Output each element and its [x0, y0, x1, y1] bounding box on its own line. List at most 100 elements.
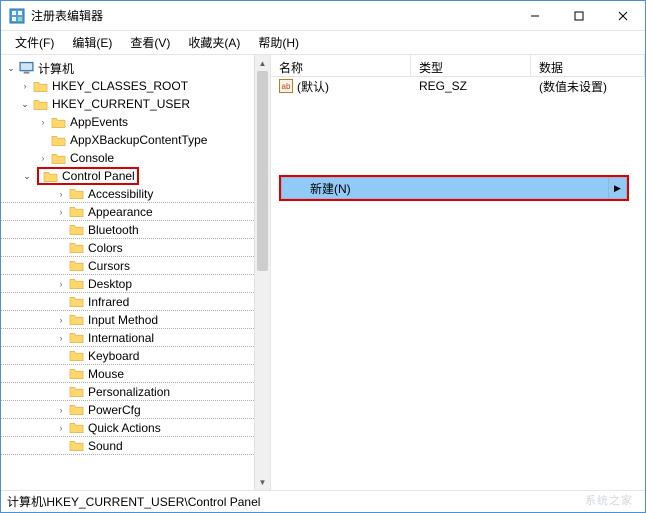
tree-label: International	[88, 331, 154, 345]
scroll-up-icon[interactable]: ▲	[255, 55, 270, 71]
tree-label: Control Panel	[62, 169, 135, 183]
tree-root[interactable]: ⌄ 计算机	[1, 59, 254, 77]
scroll-thumb[interactable]	[257, 71, 268, 271]
tree-mouse[interactable]: ›Mouse	[1, 365, 254, 383]
titlebar: 注册表编辑器	[1, 1, 645, 31]
folder-icon	[69, 295, 84, 308]
maximize-button[interactable]	[557, 1, 601, 30]
value-list: 名称 类型 数据 ab (默认) REG_SZ (数值未设置) 新建(N) ▶ …	[271, 55, 645, 490]
cell-type: REG_SZ	[411, 79, 531, 93]
folder-icon	[69, 421, 84, 434]
menu-view[interactable]: 查看(V)	[122, 31, 178, 54]
tree-quickactions[interactable]: › Quick Actions	[1, 419, 254, 437]
tree-cursors[interactable]: ›Cursors	[1, 257, 254, 275]
tree-personalization[interactable]: ›Personalization	[1, 383, 254, 401]
menu-help[interactable]: 帮助(H)	[250, 31, 307, 54]
folder-icon	[69, 331, 84, 344]
chevron-right-icon[interactable]: ›	[55, 333, 67, 343]
tree-colors[interactable]: ›Colors	[1, 239, 254, 257]
chevron-right-icon[interactable]: ›	[37, 117, 49, 127]
context-item-new[interactable]: 新建(N)	[281, 177, 609, 199]
tree-powercfg[interactable]: ›PowerCfg	[1, 401, 254, 419]
scroll-track[interactable]	[255, 71, 270, 474]
tree-panel: ⌄ 计算机 › HKEY_CLASSES_ROOT ⌄ HKEY_CURRENT…	[1, 55, 271, 490]
content: ⌄ 计算机 › HKEY_CLASSES_ROOT ⌄ HKEY_CURRENT…	[1, 55, 645, 490]
statusbar: 计算机\HKEY_CURRENT_USER\Control Panel 系统之家	[1, 490, 645, 512]
tree-label: AppXBackupContentType	[70, 133, 207, 147]
tree-label: Input Method	[88, 313, 158, 327]
minimize-button[interactable]	[513, 1, 557, 30]
tree-bluetooth[interactable]: ›Bluetooth	[1, 221, 254, 239]
list-header: 名称 类型 数据	[271, 55, 645, 77]
cell-name-text: (默认)	[297, 78, 329, 95]
tree-label: Accessibility	[88, 187, 153, 201]
tree-label: Colors	[88, 241, 123, 255]
col-name[interactable]: 名称	[271, 55, 411, 76]
folder-icon	[51, 152, 66, 165]
chevron-right-icon[interactable]: ›	[55, 423, 67, 433]
col-type[interactable]: 类型	[411, 55, 531, 76]
folder-icon	[51, 116, 66, 129]
context-menu-new[interactable]: 新建(N) ▶	[279, 175, 629, 201]
folder-icon	[69, 187, 84, 200]
submenu-arrow-icon: ▶	[609, 177, 627, 199]
folder-icon	[33, 98, 48, 111]
tree[interactable]: ⌄ 计算机 › HKEY_CLASSES_ROOT ⌄ HKEY_CURRENT…	[1, 55, 254, 490]
tree-label: Appearance	[88, 205, 153, 219]
folder-icon	[69, 313, 84, 326]
tree-inputmethod[interactable]: › Input Method	[1, 311, 254, 329]
tree-appevents[interactable]: › AppEvents	[1, 113, 254, 131]
chevron-right-icon[interactable]: ›	[37, 153, 49, 163]
tree-label: Personalization	[88, 385, 170, 399]
folder-icon	[69, 367, 84, 380]
scroll-down-icon[interactable]: ▼	[255, 474, 270, 490]
folder-icon	[69, 259, 84, 272]
watermark: 系统之家	[585, 492, 633, 508]
tree-console[interactable]: › Console	[1, 149, 254, 167]
tree-label: HKEY_CURRENT_USER	[52, 97, 190, 111]
tree-desktop[interactable]: ›Desktop	[1, 275, 254, 293]
tree-label: Bluetooth	[88, 223, 139, 237]
menu-file[interactable]: 文件(F)	[7, 31, 62, 54]
window: 注册表编辑器 文件(F) 编辑(E) 查看(V) 收藏夹(A) 帮助(H) ⌄ …	[0, 0, 646, 513]
tree-label: Mouse	[88, 367, 124, 381]
tree-appearance[interactable]: › Appearance	[1, 203, 254, 221]
tree-hkcr[interactable]: › HKEY_CLASSES_ROOT	[1, 77, 254, 95]
chevron-right-icon[interactable]: ›	[55, 405, 67, 415]
chevron-right-icon[interactable]: ›	[55, 207, 67, 217]
tree-appxbackup[interactable]: › AppXBackupContentType	[1, 131, 254, 149]
folder-icon	[51, 134, 66, 147]
tree-hkcu[interactable]: ⌄ HKEY_CURRENT_USER	[1, 95, 254, 113]
chevron-down-icon[interactable]: ⌄	[5, 63, 17, 74]
col-data[interactable]: 数据	[531, 55, 645, 76]
menu-favorites[interactable]: 收藏夹(A)	[180, 31, 248, 54]
tree-label: Infrared	[88, 295, 129, 309]
folder-icon	[69, 385, 84, 398]
close-button[interactable]	[601, 1, 645, 30]
chevron-down-icon[interactable]: ⌄	[19, 99, 31, 110]
chevron-right-icon[interactable]: ›	[55, 189, 67, 199]
tree-label: HKEY_CLASSES_ROOT	[52, 79, 188, 93]
tree-sound[interactable]: ›Sound	[1, 437, 254, 455]
tree-label: AppEvents	[70, 115, 128, 129]
folder-icon	[69, 223, 84, 236]
tree-international[interactable]: › International	[1, 329, 254, 347]
tree-label: Quick Actions	[88, 421, 161, 435]
chevron-right-icon[interactable]: ›	[55, 279, 67, 289]
tree-scrollbar[interactable]: ▲ ▼	[254, 55, 270, 490]
list-row[interactable]: ab (默认) REG_SZ (数值未设置)	[271, 77, 645, 95]
tree-controlpanel[interactable]: ⌄ Control Panel	[1, 167, 254, 185]
tree-infrared[interactable]: ›Infrared	[1, 293, 254, 311]
cell-data: (数值未设置)	[531, 78, 645, 95]
menubar: 文件(F) 编辑(E) 查看(V) 收藏夹(A) 帮助(H)	[1, 31, 645, 55]
tree-keyboard[interactable]: ›Keyboard	[1, 347, 254, 365]
folder-icon	[69, 241, 84, 254]
tree-label: Sound	[88, 439, 123, 453]
chevron-right-icon[interactable]: ›	[19, 81, 31, 91]
tree-accessibility[interactable]: › Accessibility	[1, 185, 254, 203]
chevron-right-icon[interactable]: ›	[55, 315, 67, 325]
folder-icon	[69, 439, 84, 452]
tree-label: Keyboard	[88, 349, 139, 363]
chevron-down-icon[interactable]: ⌄	[21, 171, 33, 182]
menu-edit[interactable]: 编辑(E)	[64, 31, 120, 54]
